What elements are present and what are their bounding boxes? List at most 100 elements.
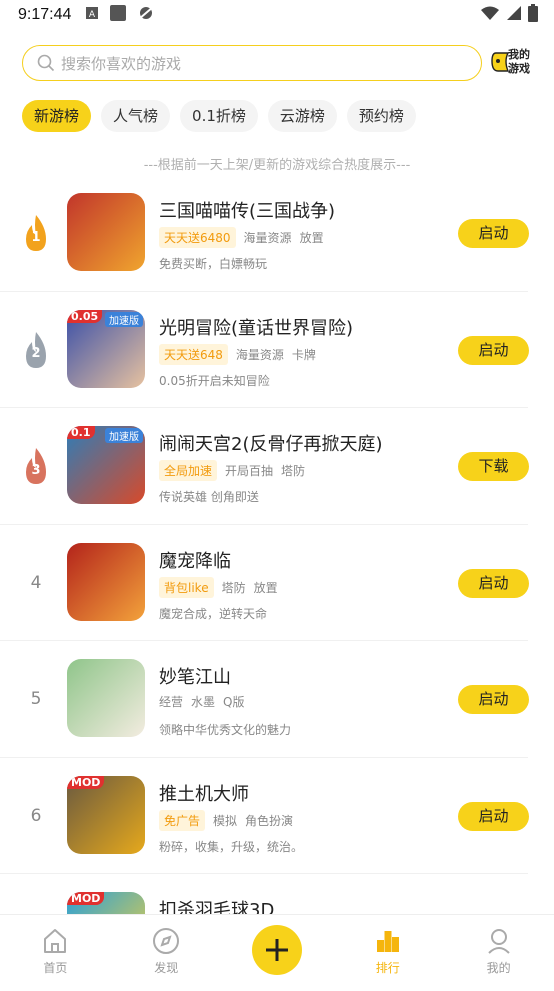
highlight-tag: 天天送6480 [159,227,236,248]
search-icon [37,54,55,72]
rank-number: 5 [30,689,42,709]
rank-badge: 1 [20,213,52,253]
game-title: 光明冒险(童话世界冒险) [159,317,354,339]
list-item[interactable]: 2 0.05 加速版 光明冒险(童话世界冒险) 天天送648 海量资源 卡牌 0… [0,292,529,408]
game-icon[interactable] [67,659,145,737]
tag: 角色扮演 [245,813,294,828]
status-bar: 9:17:44 A [0,0,554,30]
nav-profile-label: 我的 [486,961,511,975]
launch-button[interactable]: 启动 [458,335,529,365]
nav-profile[interactable]: 我的 [443,915,554,984]
compass-icon [153,928,180,954]
game-tags: 天天送648 海量资源 卡牌 [159,343,316,365]
launch-button[interactable]: 启动 [458,801,529,831]
list-item[interactable]: 6 MOD 推土机大师 免广告 模拟 角色扮演 粉碎，收集，升级，统治。 启动 [0,758,529,874]
tab-cloud[interactable]: 云游榜 [267,100,337,132]
tag: Q版 [223,695,245,709]
launch-button[interactable]: 启动 [458,219,529,248]
my-games-label: 我的游戏 [508,48,530,75]
rank-badge: 3 [20,446,52,486]
tag: 开局百抽 [225,464,274,478]
rank-badge: 4 [20,563,52,603]
nav-discover[interactable]: 发现 [111,915,222,984]
list-item[interactable]: 3 0.1 加速版 闹闹天宫2(反骨仔再掀天庭) 全局加速 开局百抽 塔防 传说… [0,408,529,525]
wifi-icon [480,5,500,25]
tag: 放置 [253,580,278,595]
tag: 模拟 [213,813,238,828]
game-list: 1 三国喵喵传(三国战争) 天天送6480 海量资源 放置 免费买断，白嫖畅玩 … [0,175,554,991]
game-icon[interactable] [67,193,145,271]
nav-home-label: 首页 [43,961,68,975]
tab-new-games[interactable]: 新游榜 [22,100,92,132]
game-tags: 免广告 模拟 角色扮演 [159,809,294,831]
ranking-tabs: 新游榜 人气榜 0.1折榜 云游榜 预约榜 [22,100,416,132]
game-title: 推土机大师 [159,783,249,805]
home-icon [44,929,67,953]
status-time: 9:17:44 [18,6,72,23]
discount-badge: 0.1 [67,426,95,439]
notification-bird-icon [137,5,155,25]
tag: 海量资源 [243,231,292,245]
tab-popular[interactable]: 人气榜 [101,100,171,132]
mod-badge: MOD [67,892,105,905]
nav-ranking[interactable]: 排行 [332,915,443,984]
game-icon[interactable]: MOD [67,775,145,854]
tag: 水墨 [191,695,216,709]
highlight-tag: 免广告 [159,809,206,831]
game-tags: 全局加速 开局百抽 塔防 [159,460,305,481]
game-tags: 背包like 塔防 放置 [159,576,278,598]
game-desc: 领略中华优秀文化的魅力 [159,723,292,737]
add-button[interactable] [251,925,302,975]
tag: 卡牌 [291,347,316,362]
list-item[interactable]: 5 妙笔江山 经营 水墨 Q版 领略中华优秀文化的魅力 启动 [0,641,529,758]
highlight-tag: 天天送648 [159,343,228,365]
discount-badge: 0.05 [67,309,103,323]
game-desc: 粉碎，收集，升级，统治。 [159,839,304,854]
game-title: 三国喵喵传(三国战争) [159,201,336,222]
game-icon[interactable]: 0.05 加速版 [67,309,145,388]
game-icon[interactable]: 0.1 加速版 [67,426,145,504]
tag: 塔防 [221,580,246,595]
speed-badge: 加速版 [105,428,143,443]
user-icon [487,929,510,954]
bottom-nav: 首页 发现 排行 我的 [0,914,554,984]
ranking-icon [376,931,399,952]
notification-square-icon [109,4,127,26]
nav-discover-label: 发现 [154,961,179,975]
nav-add[interactable] [222,915,333,984]
launch-button[interactable]: 启动 [458,568,529,598]
launch-button[interactable]: 启动 [458,685,529,714]
svg-text:A: A [89,10,96,20]
download-button[interactable]: 下载 [458,452,529,481]
nav-ranking-label: 排行 [375,961,400,975]
game-desc: 免费买断，白嫖畅玩 [159,257,268,271]
game-tags: 经营 水墨 Q版 [159,693,244,710]
rank-badge: 5 [20,679,52,719]
list-item[interactable]: 4 魔宠降临 背包like 塔防 放置 魔宠合成，逆转天命 启动 [0,525,529,641]
game-desc: 传说英雄 创角即送 [159,490,259,504]
game-title: 闹闹天宫2(反骨仔再掀天庭) [159,434,383,455]
nav-home[interactable]: 首页 [0,915,111,984]
game-icon[interactable] [67,542,145,621]
signal-icon [506,5,522,25]
tab-reserve[interactable]: 预约榜 [346,100,416,132]
highlight-tag: 背包like [159,576,214,598]
ranking-note: ---根据前一天上架/更新的游戏综合热度展示--- [143,158,411,173]
rank-badge: 2 [20,330,52,370]
rank-number: 3 [31,462,41,478]
search-placeholder: 搜索你喜欢的游戏 [61,54,182,73]
rank-number: 4 [30,572,42,593]
tag: 塔防 [281,464,306,478]
search-row: 搜索你喜欢的游戏 [22,45,538,81]
battery-icon [528,4,538,26]
speed-badge: 加速版 [105,311,143,327]
tab-discount[interactable]: 0.1折榜 [180,100,258,132]
search-input[interactable]: 搜索你喜欢的游戏 [22,45,482,81]
list-item[interactable]: 1 三国喵喵传(三国战争) 天天送6480 海量资源 放置 免费买断，白嫖畅玩 … [0,175,529,292]
game-tags: 天天送6480 海量资源 放置 [159,227,324,248]
rank-number: 1 [31,229,41,245]
notification-a-icon: A [85,6,99,24]
game-desc: 魔宠合成，逆转天命 [159,606,268,621]
highlight-tag: 全局加速 [159,460,218,481]
plus-icon [265,939,288,961]
